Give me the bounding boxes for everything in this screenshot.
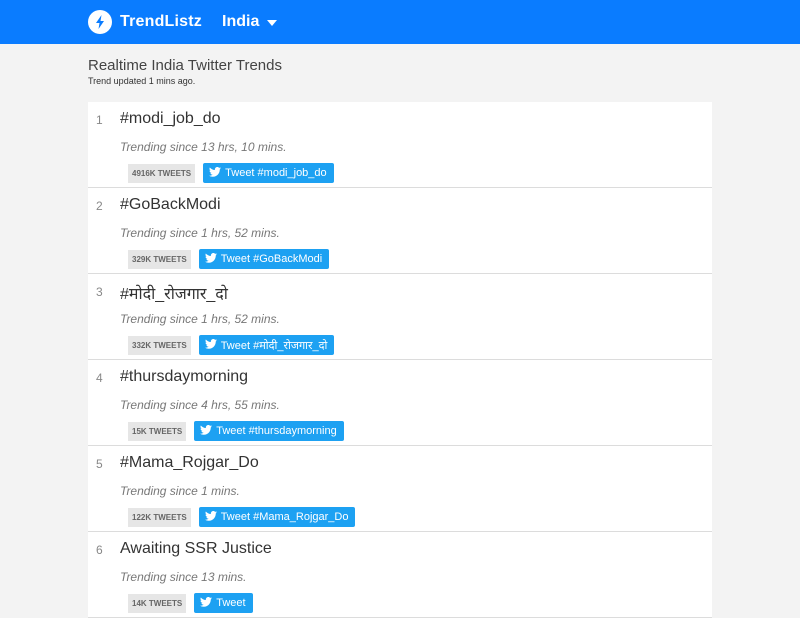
trend-list: 1 #modi_job_do Trending since 13 hrs, 10 m… [88,102,712,618]
tweet-count-badge: 332K TWEETS [128,335,191,355]
trend-actions: 14K TWEETS Tweet [128,593,253,613]
trend-name-link[interactable]: #Mama_Rojgar_Do [120,454,259,472]
tweet-button[interactable]: Tweet #thursdaymorning [194,421,344,441]
trend-name-link[interactable]: Awaiting SSR Justice [120,540,272,558]
page-title: Realtime India Twitter Trends [88,57,282,74]
trend-rank: 4 [96,371,103,385]
tweet-button-label: Tweet #thursdaymorning [216,425,337,437]
navbar: TrendListz India [0,0,800,44]
twitter-bird-icon [209,166,222,180]
tweet-button[interactable]: Tweet #मोदी_रोजगार_दो [198,335,335,355]
twitter-bird-icon [204,338,217,352]
lightning-bolt-icon[interactable] [88,10,112,34]
tweet-count-badge: 4916K TWEETS [128,163,196,183]
trend-item: 1 #modi_job_do Trending since 13 hrs, 10 m… [88,102,712,188]
tweet-button[interactable]: Tweet #GoBackModi [198,249,330,269]
tweet-count-badge: 15K TWEETS [128,421,187,441]
twitter-bird-icon [204,252,217,266]
trend-actions: 122K TWEETS Tweet #Mama_Rojgar_Do [128,507,356,527]
trending-since: Trending since 13 mins. [120,570,247,584]
twitter-bird-icon [200,424,213,438]
trend-rank: 3 [96,285,103,299]
trend-name-link[interactable]: #modi_job_do [120,110,221,128]
trend-item: 5 #Mama_Rojgar_Do Trending since 1 mins. 12… [88,446,712,532]
trend-actions: 4916K TWEETS Tweet #modi_job_do [128,163,334,183]
trend-name-link[interactable]: #thursdaymorning [120,368,248,386]
trend-item: 2 #GoBackModi Trending since 1 hrs, 52 min… [88,188,712,274]
tweet-count-badge: 14K TWEETS [128,593,187,613]
trending-since: Trending since 1 hrs, 52 mins. [120,312,280,326]
tweet-count-badge: 122K TWEETS [128,507,191,527]
trend-rank: 1 [96,113,103,127]
trend-rank: 5 [96,457,103,471]
country-dropdown[interactable]: India [222,13,278,31]
trending-since: Trending since 1 mins. [120,484,240,498]
trending-since: Trending since 1 hrs, 52 mins. [120,226,280,240]
trend-actions: 329K TWEETS Tweet #GoBackModi [128,249,330,269]
trend-item: 4 #thursdaymorning Trending since 4 hrs, 5… [88,360,712,446]
caret-down-icon [267,13,278,31]
tweet-button-label: Tweet #Mama_Rojgar_Do [220,511,349,523]
twitter-bird-icon [204,510,217,524]
tweet-button[interactable]: Tweet [194,593,253,613]
tweet-button[interactable]: Tweet #modi_job_do [203,163,334,183]
trending-since: Trending since 4 hrs, 55 mins. [120,398,280,412]
trend-item: 3 #मोदी_रोजगार_दो Trending since 1 hrs, 52… [88,274,712,360]
tweet-button-label: Tweet #modi_job_do [225,167,327,179]
trend-name-link[interactable]: #मोदी_रोजगार_दो [120,282,228,304]
page-header: Realtime India Twitter Trends Trend upda… [0,44,800,102]
trend-name-link[interactable]: #GoBackModi [120,196,221,214]
tweet-button-label: Tweet #GoBackModi [220,253,323,265]
trending-since: Trending since 13 hrs, 10 mins. [120,140,287,154]
trend-actions: 15K TWEETS Tweet #thursdaymorning [128,421,344,441]
trend-item: 6 Awaiting SSR Justice Trending since 13 m… [88,532,712,618]
trend-actions: 332K TWEETS Tweet #मोदी_रोजगार_दो [128,335,335,355]
twitter-bird-icon [200,596,213,610]
brand-name[interactable]: TrendListz [120,13,202,31]
update-status: Trend updated 1 mins ago. [88,76,196,86]
country-label: India [222,13,260,30]
trend-rank: 6 [96,543,103,557]
tweet-button[interactable]: Tweet #Mama_Rojgar_Do [198,507,356,527]
trend-rank: 2 [96,199,103,213]
tweet-count-badge: 329K TWEETS [128,249,191,269]
tweet-button-label: Tweet #मोदी_रोजगार_दो [220,339,328,352]
tweet-button-label: Tweet [216,597,246,609]
